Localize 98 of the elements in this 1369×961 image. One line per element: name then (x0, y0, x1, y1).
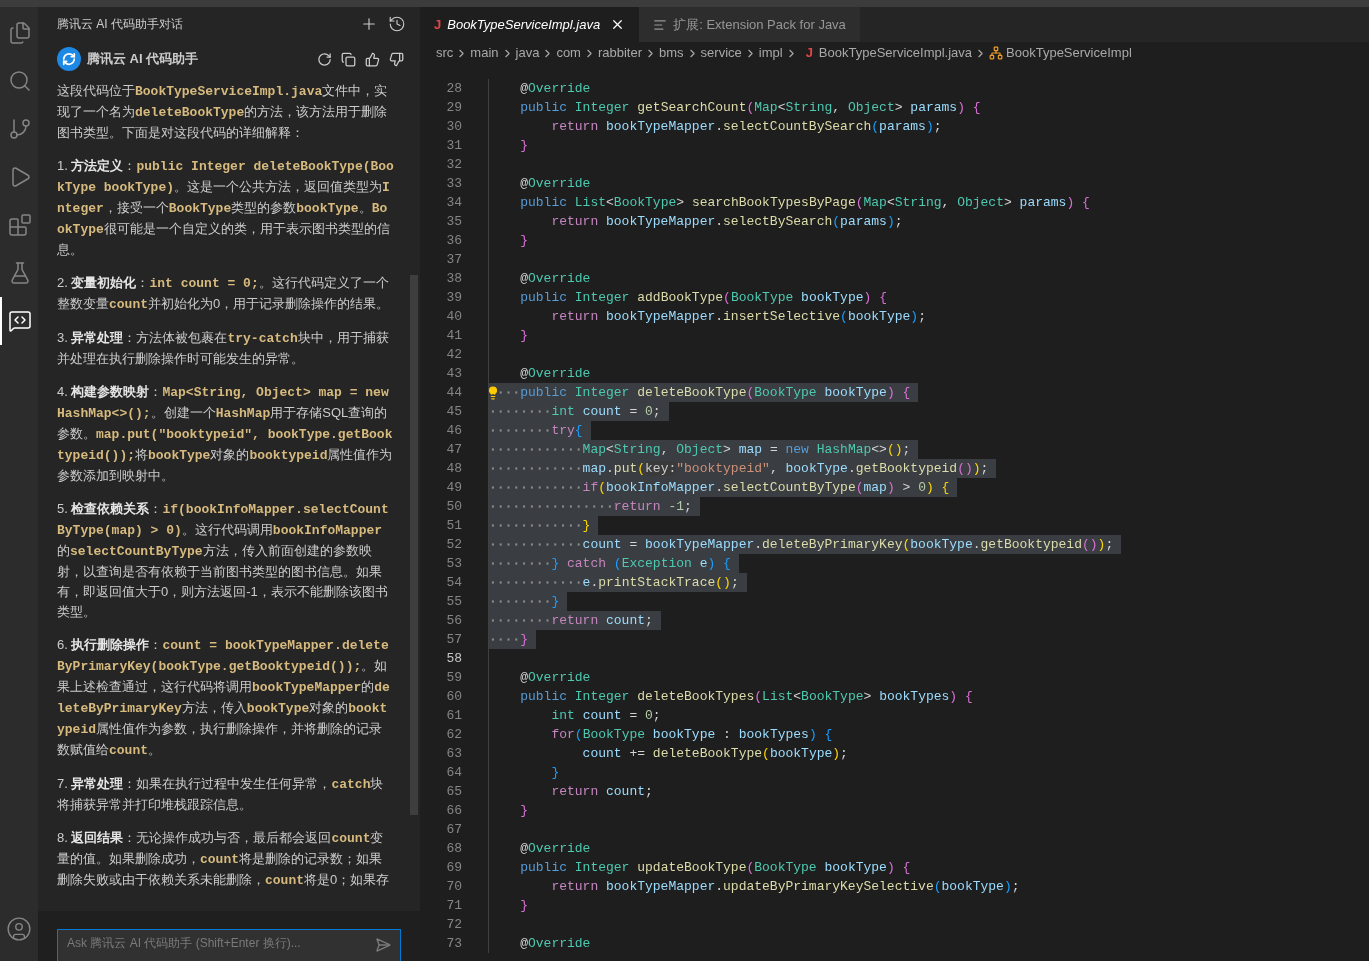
line-number: 69 (445, 859, 462, 877)
code-line: } (519, 137, 529, 155)
code-line: return bookTypeMapper.selectCountBySearch(params); (550, 118, 943, 136)
code-line: for(BookType bookType : bookTypes) { (550, 726, 834, 744)
line-number: 40 (445, 308, 462, 326)
code-line: count += deleteBookType(bookType); (581, 745, 849, 763)
answer-paragraph: 8. 返回结果：无论操作成功与否，最后都会返回count变量的值。如果删除成功，count将是删除的记录数；如果删除失败或由于依赖关系未能删除，count将是0；如果存 (57, 829, 391, 890)
line-number: 54 (445, 574, 462, 592)
line-number: 28 (445, 80, 462, 98)
line-number: 60 (445, 688, 462, 706)
line-number: 29 (445, 99, 462, 117)
java-file-icon: J (805, 43, 813, 63)
answer-paragraph: 5. 检查依赖关系：if(bookInfoMapper.selectCountByType(map) > 0)。这行代码调用bookInfoMapper 的selectCountByType方法，传入前面创建的参数映射，以查询是否有依赖于当前图书类型的图书信息。如果有，即返回值大于0，则方法返回-1，表示不能删除该图书类型。 (57, 500, 390, 621)
line-number: 32 (445, 156, 462, 174)
line-number: 45 (445, 403, 462, 421)
line-number: 35 (445, 213, 462, 231)
line-number: 70 (445, 878, 462, 896)
line-number: 33 (445, 175, 462, 193)
line-number: 39 (445, 289, 462, 307)
answer-paragraph: 3. 异常处理：方法体被包裹在try-catch块中，用于捕获并处理在执行删除操作时可能发生的异常。 (57, 329, 390, 368)
code-line: return bookTypeMapper.insertSelective(bookType); (550, 308, 927, 326)
chat-input-field[interactable]: Ask 腾讯云 AI 代码助手 (Shift+Enter 换行)... (57, 929, 401, 961)
code-line: } (519, 232, 529, 250)
code-line: public Integer addBookType(BookType bookType) { (519, 289, 888, 307)
line-number: 38 (445, 270, 462, 288)
line-number: 71 (445, 897, 462, 915)
editor-tab[interactable]: J BookTypeServiceImpl.java (420, 7, 640, 42)
code-line: public Integer deleteBookTypes(List<BookType> bookTypes) { (519, 688, 974, 706)
code-line: } (519, 897, 529, 915)
line-number: 43 (445, 365, 462, 383)
line-number: 46 (445, 422, 462, 440)
breadcrumb-item[interactable]: src (436, 43, 454, 63)
line-number: 30 (445, 118, 462, 136)
line-number: 37 (445, 251, 462, 269)
breadcrumb-item[interactable]: BookTypeServiceImpl (1006, 43, 1132, 63)
code-line: @Override (519, 935, 592, 953)
line-number: 48 (445, 460, 462, 478)
code-line: public Integer getSearchCount(Map<String, Object> params) { (519, 99, 982, 117)
line-number: 73 (445, 935, 462, 953)
breadcrumb-item[interactable]: com (556, 43, 581, 63)
code-line: } (519, 802, 529, 820)
answer-paragraph: 4. 构建参数映射：Map<String, Object> map = new HashMap<>();。创建一个HashMap用于存储SQL查询的参数。map.put("booktypeid", bookType.getBooktypeid());将bookType对象的booktypeid属性值作为参数添加到映射中。 (57, 383, 394, 485)
java-file-icon: J (434, 14, 442, 35)
code-line: @Override (519, 669, 592, 687)
code-line: @Override (519, 270, 592, 288)
code-line: @Override (519, 365, 592, 383)
line-number: 66 (445, 802, 462, 820)
line-number: 34 (445, 194, 462, 212)
line-number: 64 (445, 764, 462, 782)
line-number: 63 (445, 745, 462, 763)
code-line: @Override (519, 80, 592, 98)
code-line: } (519, 327, 529, 345)
line-number: 53 (445, 555, 462, 573)
code-line: public List<BookType> searchBookTypesByPage(Map<String, Object> params) { (519, 194, 1091, 212)
line-number: 57 (445, 631, 462, 649)
line-number: 49 (445, 479, 462, 497)
editor-tab[interactable]: 扩展: Extension Pack for Java (639, 7, 860, 42)
line-number: 52 (445, 536, 462, 554)
breadcrumb-item[interactable]: main (470, 43, 499, 63)
line-number: 51 (445, 517, 462, 535)
sidebar-title: 腾讯云 AI 代码助手对话 (57, 16, 183, 33)
answer-paragraph: 1. 方法定义：public Integer deleteBookType(BookType bookType)。这是一个公共方法，返回值类型为Integer，接受一个BookType类型的参数bookType。BookType很可能是一个自定义的类，用于表示图书类型的信息。 (57, 157, 394, 259)
line-number: 65 (445, 783, 462, 801)
code-line: int count = 0; (550, 707, 662, 725)
breadcrumb-item[interactable]: service (700, 43, 742, 63)
line-number: 50 (445, 498, 462, 516)
line-number: 36 (445, 232, 462, 250)
code-line: return count; (550, 783, 654, 801)
breadcrumb-item[interactable]: impl (758, 43, 783, 63)
line-number: 68 (445, 840, 462, 858)
line-number: 58 (445, 650, 462, 668)
line-number: 72 (445, 916, 462, 934)
answer-paragraph: 7. 异常处理：如果在执行过程中发生任何异常，catch块将捕获异常并打印堆栈跟踪信息。 (57, 775, 385, 814)
code-line: return bookTypeMapper.updateByPrimaryKeySelective(bookType); (550, 878, 1021, 896)
code-line: @Override (519, 175, 592, 193)
line-number: 67 (445, 821, 462, 839)
answer-paragraph: 2. 变量初始化：int count = 0;。这行代码定义了一个整数变量count并初始化为0，用于记录删除操作的结果。 (57, 274, 391, 314)
breadcrumb-item[interactable]: bms (659, 43, 684, 63)
answer-paragraph: 这段代码位于BookTypeServiceImpl.java文件中，实现了一个名为deleteBookType的方法，该方法用于删除图书类型。下面是对这段代码的详细解释： (57, 82, 389, 142)
line-number: 47 (445, 441, 462, 459)
breadcrumb-item[interactable]: java (515, 43, 540, 63)
line-number: 41 (445, 327, 462, 345)
code-line: } (550, 764, 561, 782)
breadcrumb-item[interactable]: BookTypeServiceImpl.java (818, 43, 973, 63)
line-number: 59 (445, 669, 462, 687)
line-number: 62 (445, 726, 462, 744)
line-number: 31 (445, 137, 462, 155)
code-line: public Integer updateBookType(BookType bookType) { (519, 859, 912, 877)
assistant-name: 腾讯云 AI 代码助手 (87, 50, 199, 69)
line-number: 44 (445, 384, 462, 402)
breadcrumb-item[interactable]: rabbiter (597, 43, 643, 63)
line-number: 55 (445, 593, 462, 611)
line-number: 61 (445, 707, 462, 725)
code-line: return bookTypeMapper.selectBySearch(params); (550, 213, 904, 231)
code-line: @Override (519, 840, 592, 858)
answer-paragraph: 6. 执行删除操作：count = bookTypeMapper.deleteByPrimaryKey(bookType.getBooktypeid());。如果上述检查通过，这行代码将调用bookTypeMapper的deleteByPrimaryKey方法，传入bookType对象的booktypeid属性值作为参数，执行删除操作，并将删除的记录数赋值给count。 (57, 636, 391, 760)
line-number: 56 (445, 612, 462, 630)
line-number: 42 (445, 346, 462, 364)
